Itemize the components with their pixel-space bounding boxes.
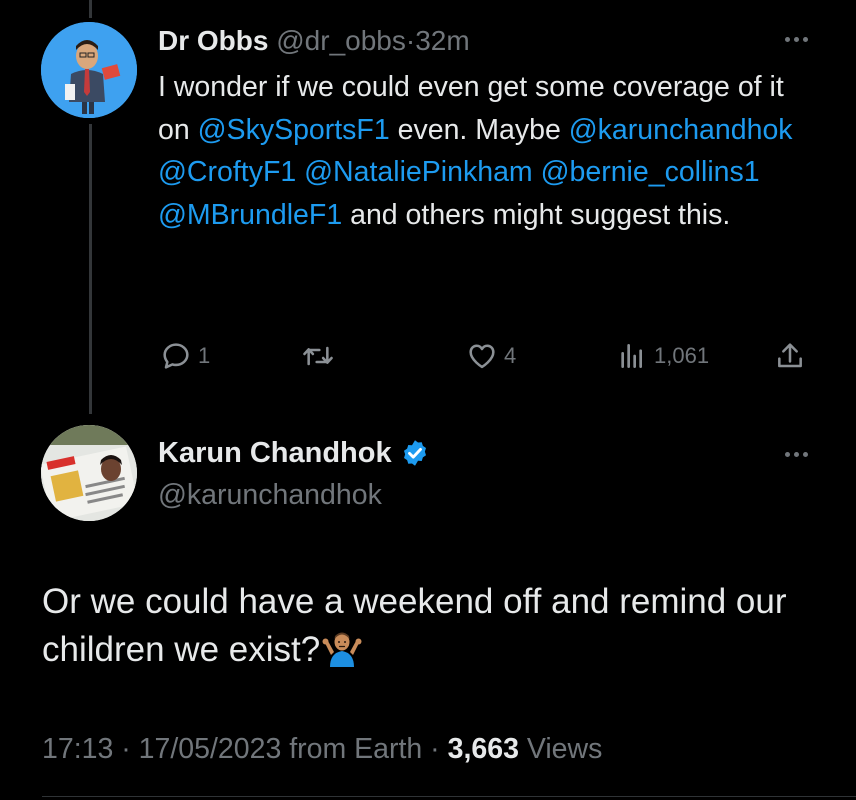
share-icon — [778, 343, 802, 368]
tweet-time[interactable]: 17:13 — [42, 733, 113, 765]
reply-text: I wonder if we could even get some cover… — [158, 66, 798, 236]
mention-link[interactable]: @SkySportsF1 — [198, 114, 390, 146]
author-name[interactable]: Dr Obbs — [158, 25, 268, 56]
mention-link[interactable]: @bernie_collins1 — [541, 156, 760, 188]
share-button[interactable] — [774, 336, 806, 376]
views-icon — [621, 344, 642, 368]
tweet-meta: 17:13 · 17/05/2023 from Earth · 3,663 Vi… — [42, 731, 602, 767]
separator: · — [405, 25, 416, 56]
thread-connector-line — [89, 124, 92, 414]
mention-link[interactable]: @karunchandhok — [569, 114, 793, 146]
reply-count: 1 — [198, 343, 211, 368]
mention-link[interactable]: @MBrundleF1 — [158, 199, 342, 231]
reply-text-segment — [296, 156, 304, 188]
tweet-text: Or we could have a weekend off and remin… — [42, 578, 822, 674]
tweet-views-label: Views — [526, 733, 603, 765]
reply-time[interactable]: 32m — [415, 25, 469, 56]
views-button[interactable]: 1,061 — [616, 336, 709, 376]
like-count: 4 — [504, 343, 517, 368]
reply-action-bar: 1 4 1,061 — [0, 336, 856, 376]
tweet-more-button[interactable] — [785, 450, 813, 458]
avatar-image — [41, 425, 137, 521]
mention-link[interactable]: @CroftyF1 — [158, 156, 296, 188]
like-icon — [469, 344, 495, 369]
verified-badge-icon[interactable] — [400, 438, 430, 468]
separator: · — [422, 733, 448, 765]
mention-link[interactable]: @NataliePinkham — [304, 156, 533, 188]
retweet-icon — [303, 346, 333, 366]
avatar-dr-obbs[interactable] — [41, 22, 137, 118]
like-button[interactable]: 4 — [466, 336, 516, 376]
reply-button[interactable]: 1 — [160, 336, 210, 376]
separator: · — [113, 733, 139, 765]
avatar-image — [41, 22, 137, 118]
person-shrugging-emoji-icon — [322, 632, 362, 667]
tweet-author[interactable]: Karun Chandhok — [158, 436, 430, 470]
reply-header: Dr Obbs @dr_obbs·32m — [158, 24, 470, 58]
author-name[interactable]: Karun Chandhok — [158, 436, 392, 470]
reply-text-segment: even. Maybe — [389, 113, 569, 146]
retweet-button[interactable] — [300, 336, 342, 376]
divider — [42, 796, 856, 797]
thread-line-top — [89, 0, 92, 18]
views-count: 1,061 — [654, 343, 710, 368]
reply-more-button[interactable] — [785, 35, 813, 43]
author-handle[interactable]: @dr_obbs — [276, 25, 406, 56]
avatar-karun-chandhok[interactable] — [41, 425, 137, 521]
author-handle[interactable]: @karunchandhok — [158, 478, 382, 512]
reply-text-segment: and others might suggest this. — [342, 198, 731, 231]
tweet-views-count: 3,663 — [447, 733, 519, 765]
reply-text-segment — [533, 156, 541, 188]
tweet-source: from Earth — [289, 733, 423, 765]
tweet-text-content: Or we could have a weekend off and remin… — [42, 582, 787, 669]
tweet-date[interactable]: 17/05/2023 — [139, 733, 282, 765]
reply-icon — [163, 343, 189, 369]
